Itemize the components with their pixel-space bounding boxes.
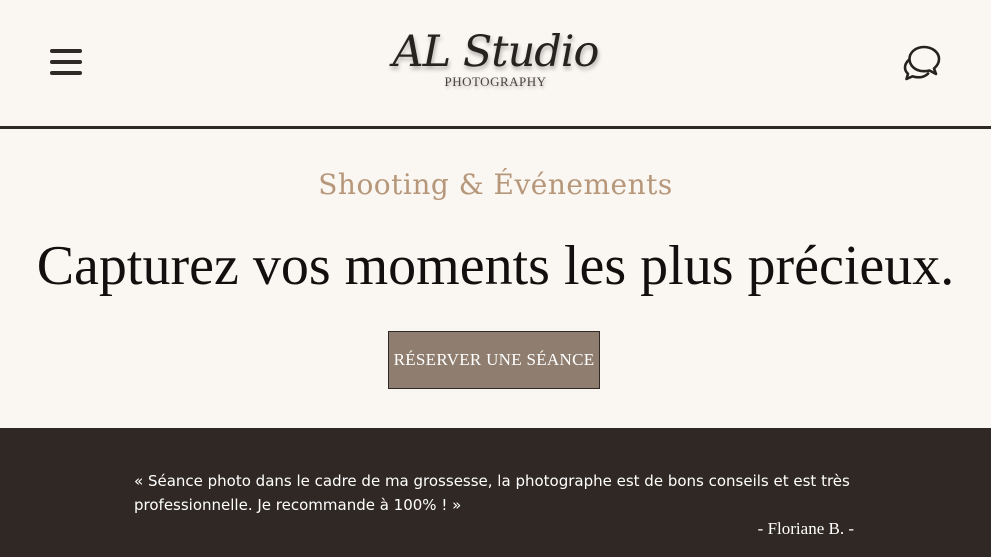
hero-kicker: Shooting & Événements: [318, 168, 673, 201]
testimonial-quote: « Séance photo dans le cadre de ma gross…: [134, 472, 850, 514]
site-logo[interactable]: AL Studio PHOTOGRAPHY: [0, 26, 991, 90]
testimonial-author: - Floriane B. -: [757, 519, 854, 538]
testimonial-band: « Séance photo dans le cadre de ma gross…: [0, 428, 991, 557]
logo-name: AL Studio: [392, 27, 600, 77]
chat-bubbles-icon: [903, 45, 941, 81]
site-header: AL Studio PHOTOGRAPHY: [0, 0, 991, 129]
chat-button[interactable]: [902, 44, 942, 82]
logo-subtitle: PHOTOGRAPHY: [444, 74, 547, 89]
hero-section: Shooting & Événements Capturez vos momen…: [0, 129, 991, 428]
book-session-button[interactable]: RÉSERVER UNE SÉANCE: [388, 331, 600, 389]
hero-title: Capturez vos moments les plus précieux.: [36, 235, 955, 297]
